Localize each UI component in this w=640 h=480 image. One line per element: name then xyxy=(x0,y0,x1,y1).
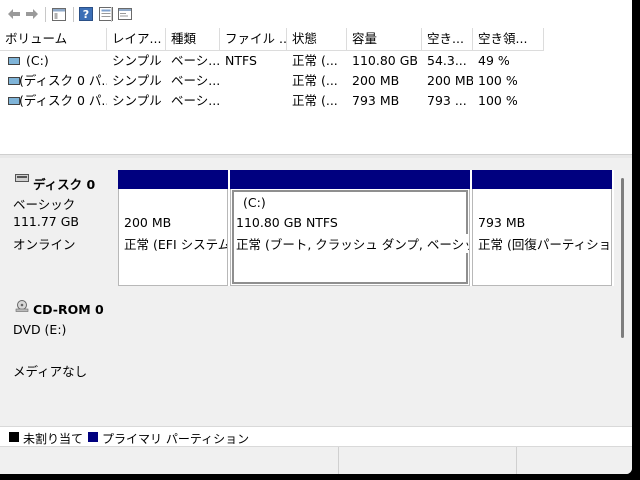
forward-arrow-icon[interactable] xyxy=(24,5,40,23)
scrollbar-thumb[interactable] xyxy=(621,178,624,338)
disk-0-type: ベーシック xyxy=(13,197,76,212)
help-icon[interactable]: ? xyxy=(78,5,94,23)
column-header-free-percent[interactable]: 空き領... xyxy=(473,28,544,50)
disk-icon xyxy=(15,174,29,182)
column-header-layout[interactable]: レイア... xyxy=(107,28,166,50)
partition-c-label: (C:) xyxy=(243,195,266,210)
cdrom-0-drive: DVD (E:) xyxy=(13,322,67,337)
back-arrow-icon[interactable] xyxy=(6,5,22,23)
toolbar: ? xyxy=(0,0,632,29)
disk-0-partitions: 200 MB 正常 (EFI システム (C:) 110.80 GB NTFS … xyxy=(118,170,614,286)
console-tree-icon[interactable] xyxy=(50,5,68,23)
vertical-scrollbar[interactable] xyxy=(614,158,632,426)
column-header-filesystem[interactable]: ファイル ... xyxy=(220,28,287,50)
status-segment xyxy=(338,447,517,474)
volume-list: ボリューム レイア... 種類 ファイル ... 状態 容量 空き... 空き領… xyxy=(0,28,632,154)
partition-c[interactable]: (C:) 110.80 GB NTFS 正常 (ブート, クラッシュ ダンプ, … xyxy=(230,170,470,286)
primary-partition-swatch xyxy=(88,432,98,442)
disk-0-label[interactable]: ディスク 0 ベーシック 111.77 GB オンライン xyxy=(6,170,118,294)
disk-0-state: オンライン xyxy=(13,237,76,252)
column-header-free-space[interactable]: 空き... xyxy=(422,28,473,50)
cdrom-0-name: CD-ROM 0 xyxy=(33,302,104,317)
svg-text:?: ? xyxy=(83,8,89,21)
column-header-volume[interactable]: ボリューム xyxy=(0,28,107,50)
volume-list-header: ボリューム レイア... 種類 ファイル ... 状態 容量 空き... 空き領… xyxy=(0,28,544,51)
primary-partition-bar xyxy=(472,170,612,189)
status-segment xyxy=(516,447,632,474)
legend-primary-partition: プライマリ パーティション xyxy=(102,432,250,446)
table-row[interactable]: (C:) シンプル ベーシ... NTFS 正常 (... 110.80 GB … xyxy=(0,51,632,71)
table-row[interactable]: (ディスク 0 パ... シンプル ベーシ... 正常 (... 793 MB … xyxy=(0,91,632,111)
cdrom-0-label[interactable]: CD-ROM 0 DVD (E:) メディアなし xyxy=(6,294,118,418)
graphical-view: ディスク 0 ベーシック 111.77 GB オンライン 200 MB 正常 (… xyxy=(0,158,632,426)
legend-unallocated: 未割り当て xyxy=(23,432,84,446)
partition-recovery[interactable]: 793 MB 正常 (回復パーティショ xyxy=(472,170,612,286)
cdrom-0-area xyxy=(118,294,614,418)
primary-partition-bar xyxy=(118,170,228,189)
primary-partition-bar xyxy=(230,170,470,189)
unallocated-swatch xyxy=(9,432,19,442)
column-header-capacity[interactable]: 容量 xyxy=(347,28,422,50)
column-header-type[interactable]: 種類 xyxy=(166,28,220,50)
disk-0-size: 111.77 GB xyxy=(13,214,79,229)
legend: 未割り当て プライマリ パーティション xyxy=(0,426,632,447)
disk-management-window: ? ボリューム レイア... 種類 ファイル ... 状態 容量 空き... 空… xyxy=(0,0,632,474)
partition-efi[interactable]: 200 MB 正常 (EFI システム xyxy=(118,170,228,286)
column-header-status[interactable]: 状態 xyxy=(287,28,347,50)
view-icon[interactable] xyxy=(116,5,134,23)
disk-0-name: ディスク 0 xyxy=(33,177,96,192)
table-row[interactable]: (ディスク 0 パ... シンプル ベーシ... 正常 (... 200 MB … xyxy=(0,71,632,91)
cdrom-0-media: メディアなし xyxy=(13,364,88,379)
volume-icon xyxy=(8,57,20,65)
status-bar xyxy=(0,446,632,474)
cd-drive-icon xyxy=(15,300,29,312)
